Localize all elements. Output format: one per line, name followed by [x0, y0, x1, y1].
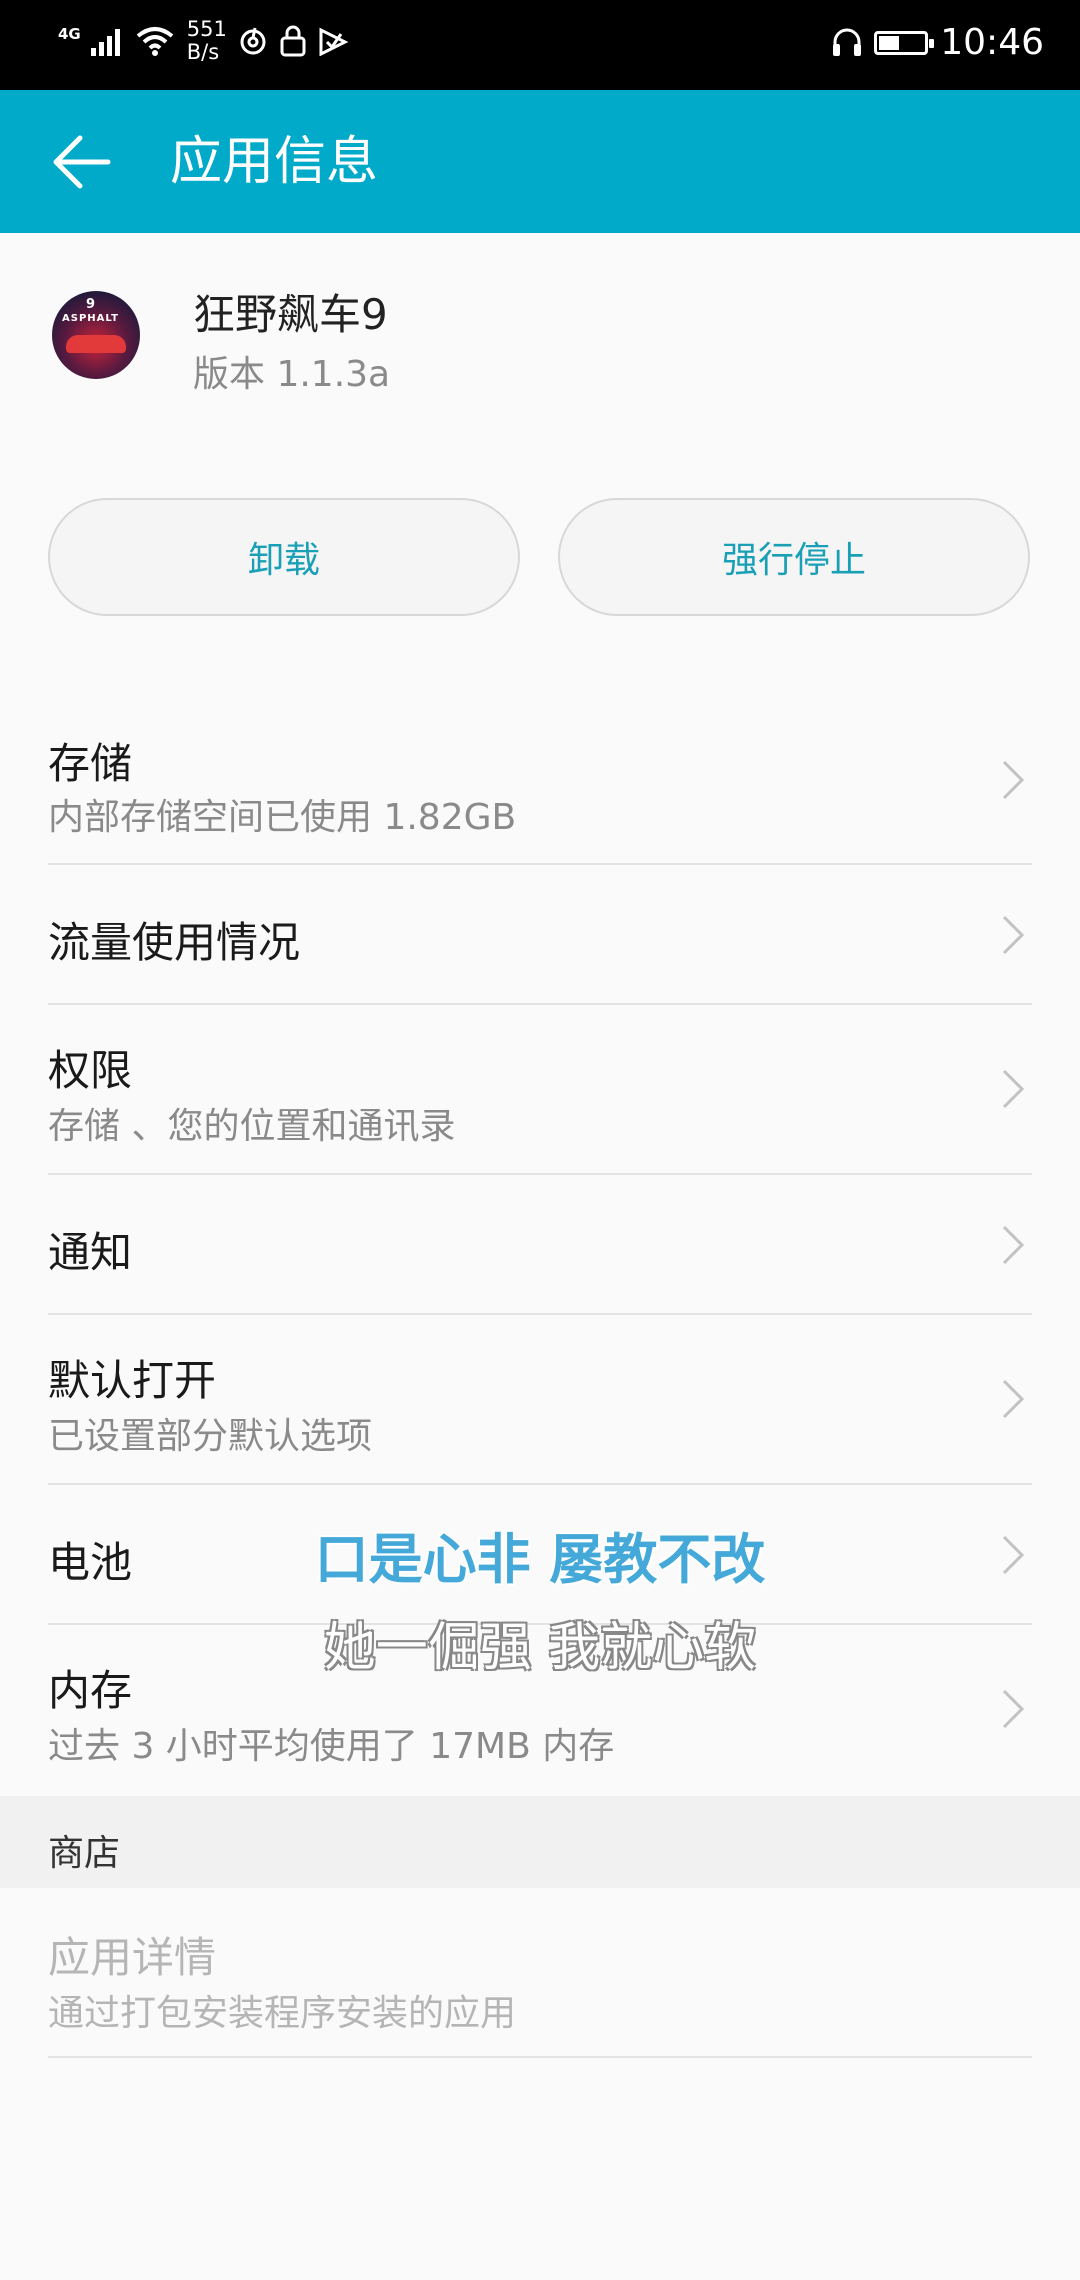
settings-item-notifications[interactable]: 通知	[48, 1175, 1032, 1315]
lock-icon	[279, 25, 307, 57]
car-graphic	[66, 335, 126, 353]
settings-item-subtitle: 过去 3 小时平均使用了 17MB 内存	[48, 1726, 615, 1767]
status-right: 10:46	[820, 22, 1044, 63]
status-left: 4G 551 B/s	[58, 18, 349, 64]
store-section-header: 商店	[0, 1796, 1080, 1888]
wifi-icon	[135, 26, 175, 56]
app-version: 版本 1.1.3a	[193, 354, 391, 395]
page-title: 应用信息	[170, 132, 379, 192]
section-title: 商店	[48, 1833, 121, 1874]
back-button[interactable]	[46, 126, 118, 198]
settings-item-subtitle: 内部存储空间已使用 1.82GB	[48, 797, 517, 838]
app-header: 9 ASPHALT 狂野飙车9 版本 1.1.3a	[0, 233, 1080, 463]
net-speed-unit: B/s	[186, 40, 220, 64]
settings-item-title: 默认打开	[48, 1356, 217, 1405]
net-speed-value: 551	[186, 17, 227, 41]
force-stop-button[interactable]: 强行停止	[558, 498, 1030, 616]
uninstall-button[interactable]: 卸载	[48, 498, 520, 616]
store-item-title: 应用详情	[48, 1933, 217, 1982]
app-icon-badge: 9	[86, 297, 96, 312]
settings-item-subtitle: 已设置部分默认选项	[48, 1416, 373, 1457]
chevron-right-icon	[1002, 1689, 1025, 1729]
settings-item-title: 通知	[48, 1228, 133, 1277]
chevron-right-icon	[1002, 760, 1025, 800]
network-type: 4G	[58, 25, 81, 43]
chevron-right-icon	[1002, 1225, 1025, 1265]
settings-item-default-open[interactable]: 默认打开 已设置部分默认选项	[48, 1315, 1032, 1485]
settings-item-subtitle: 存储 、您的位置和通讯录	[48, 1106, 456, 1147]
settings-item-storage[interactable]: 存储 内部存储空间已使用 1.82GB	[48, 720, 1032, 865]
settings-item-data-usage[interactable]: 流量使用情况	[48, 865, 1032, 1005]
chevron-right-icon	[1002, 915, 1025, 955]
store-app-details: 应用详情 通过打包安装程序安装的应用	[48, 1888, 1032, 2058]
arrow-left-icon	[53, 135, 111, 189]
settings-item-title: 存储	[48, 739, 133, 788]
settings-item-title: 流量使用情况	[48, 918, 301, 967]
headset-icon	[830, 26, 864, 60]
clock: 10:46	[940, 22, 1044, 63]
overlay-caption-line1: 口是心非 屡教不改	[314, 1528, 766, 1591]
netease-music-icon	[237, 25, 269, 57]
settings-item-permissions[interactable]: 权限 存储 、您的位置和通讯录	[48, 1005, 1032, 1175]
app-icon: 9 ASPHALT	[52, 291, 140, 379]
overlay-caption-line2: 她一倔强 我就心软	[323, 1618, 757, 1678]
chevron-right-icon	[1002, 1379, 1025, 1419]
signal-icon	[90, 26, 125, 56]
check-flag-icon	[317, 26, 349, 56]
battery-icon	[874, 30, 935, 55]
app-name: 狂野飙车9	[193, 290, 388, 339]
app-bar: 应用信息	[0, 90, 1080, 233]
net-speed: 551 B/s	[187, 18, 227, 64]
settings-item-title: 权限	[48, 1046, 133, 1095]
chevron-right-icon	[1002, 1069, 1025, 1109]
store-item-subtitle: 通过打包安装程序安装的应用	[48, 1993, 517, 2034]
app-icon-brand: ASPHALT	[62, 313, 119, 324]
status-bar: 4G 551 B/s 10:46	[0, 0, 1080, 90]
